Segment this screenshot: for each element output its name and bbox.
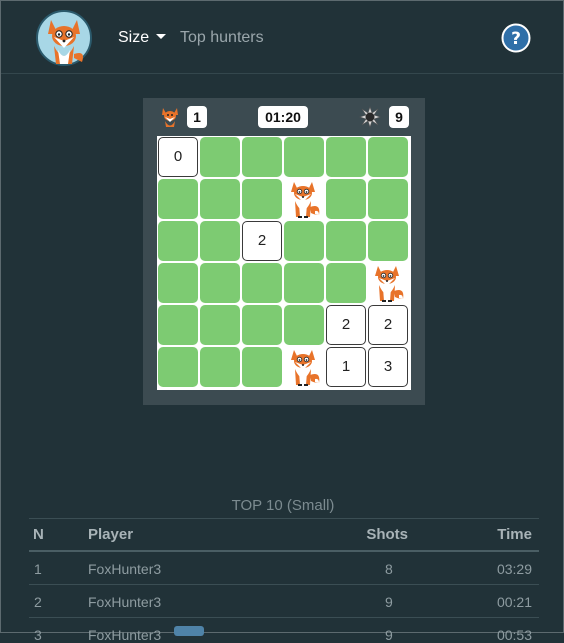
board-cell-closed[interactable] xyxy=(200,305,240,345)
row-n: 1 xyxy=(34,561,42,577)
size-dropdown[interactable]: Size xyxy=(118,29,167,47)
table-top-divider xyxy=(29,518,539,519)
board-cell-closed[interactable] xyxy=(200,347,240,387)
board-cell-number: 1 xyxy=(326,347,366,387)
board-cell-closed[interactable] xyxy=(242,263,282,303)
header-player: Player xyxy=(88,526,134,543)
header-n: N xyxy=(33,526,44,543)
board-cell-number: 0 xyxy=(158,137,198,177)
top10-title: TOP 10 (Small) xyxy=(231,497,335,514)
shots-counter: 9 xyxy=(389,106,409,128)
fox-icon xyxy=(162,108,178,127)
foxes-found-counter: 1 xyxy=(187,106,207,128)
fox-logo-icon[interactable] xyxy=(36,10,92,66)
board-cell-closed[interactable] xyxy=(368,137,408,177)
size-dropdown-label: Size xyxy=(118,29,150,46)
row-player: FoxHunter3 xyxy=(88,594,162,610)
row-time: 03:29 xyxy=(496,561,532,577)
board-cell-number: 3 xyxy=(368,347,408,387)
row-shots: 9 xyxy=(385,594,393,610)
header-shots: Shots xyxy=(366,526,408,543)
board-cell-closed[interactable] xyxy=(242,305,282,345)
game-board: 022213 xyxy=(157,136,411,390)
board-cell-closed[interactable] xyxy=(242,179,282,219)
board-cell-closed[interactable] xyxy=(368,179,408,219)
row-divider xyxy=(29,617,539,618)
board-cell-closed[interactable] xyxy=(368,221,408,261)
board-cell-number: 2 xyxy=(242,221,282,261)
header-time: Time xyxy=(497,526,532,543)
row-shots: 8 xyxy=(385,561,393,577)
header-divider xyxy=(29,550,539,552)
current-user-badge xyxy=(174,626,204,636)
fox-icon xyxy=(368,263,408,303)
board-cell-closed[interactable] xyxy=(158,263,198,303)
svg-text:?: ? xyxy=(511,29,521,49)
board-cell-closed[interactable] xyxy=(200,137,240,177)
game-timer: 01:20 xyxy=(258,106,308,128)
board-cell-closed[interactable] xyxy=(284,305,324,345)
board-cell-closed[interactable] xyxy=(326,137,366,177)
fox-icon xyxy=(284,347,324,387)
board-cell-closed[interactable] xyxy=(242,137,282,177)
board-cell-closed[interactable] xyxy=(200,221,240,261)
bullet-hole-icon xyxy=(359,106,381,128)
board-cell-number: 2 xyxy=(368,305,408,345)
row-divider xyxy=(29,584,539,585)
row-shots: 9 xyxy=(385,627,393,643)
board-cell-closed[interactable] xyxy=(284,137,324,177)
board-cell-closed[interactable] xyxy=(284,263,324,303)
board-cell-closed[interactable] xyxy=(200,263,240,303)
board-cell-closed[interactable] xyxy=(326,263,366,303)
board-cell-closed[interactable] xyxy=(284,221,324,261)
board-cell-closed[interactable] xyxy=(158,305,198,345)
nav-top-hunters-link[interactable]: Top hunters xyxy=(180,29,264,47)
row-player: FoxHunter3 xyxy=(88,561,162,577)
board-cell-closed[interactable] xyxy=(158,179,198,219)
row-n: 3 xyxy=(34,627,42,643)
row-time: 00:21 xyxy=(496,594,532,610)
game-panel: 1 01:20 9 022213 xyxy=(143,98,425,405)
row-time: 00:53 xyxy=(496,627,532,643)
board-cell-closed[interactable] xyxy=(158,347,198,387)
board-cell-closed[interactable] xyxy=(158,221,198,261)
row-player: FoxHunter3 xyxy=(88,627,162,643)
caret-down-icon xyxy=(156,34,167,39)
board-cell-closed[interactable] xyxy=(326,179,366,219)
fox-icon xyxy=(284,179,324,219)
navbar: Size Top hunters ? xyxy=(1,1,563,74)
row-n: 2 xyxy=(34,594,42,610)
board-cell-number: 2 xyxy=(326,305,366,345)
question-circle-icon[interactable]: ? xyxy=(501,23,531,53)
board-cell-closed[interactable] xyxy=(242,347,282,387)
board-cell-closed[interactable] xyxy=(326,221,366,261)
board-cell-closed[interactable] xyxy=(200,179,240,219)
